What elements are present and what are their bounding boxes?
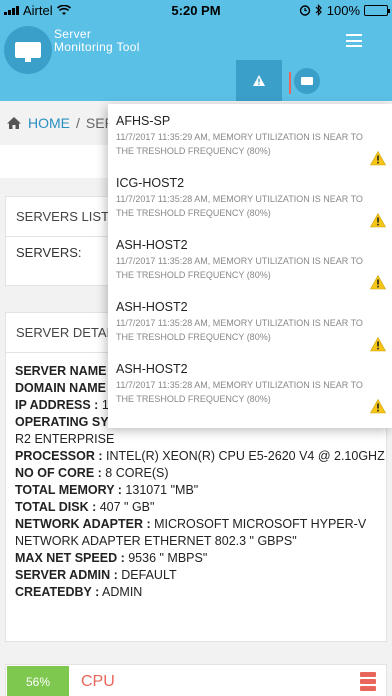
detail-key: CREATEDBY : bbox=[15, 585, 100, 599]
warning-icon bbox=[369, 398, 387, 414]
notification-host: ASH-HOST2 bbox=[116, 300, 188, 314]
app-header: Server Monitoring Tool bbox=[0, 20, 392, 101]
detail-row: NETWORK ADAPTER : MICROSOFT MICROSOFT HY… bbox=[15, 516, 386, 550]
notification-host: ASH-HOST2 bbox=[116, 238, 188, 252]
carrier-name: Airtel bbox=[23, 2, 53, 18]
detail-key: TOTAL DISK : bbox=[15, 500, 97, 514]
detail-row: MAX NET SPEED : 9536 " MBPS" bbox=[15, 550, 386, 567]
breadcrumb-separator: / bbox=[76, 115, 80, 131]
detail-key: SERVER NAME : bbox=[15, 364, 115, 378]
warning-icon bbox=[369, 150, 387, 166]
signal-icon bbox=[4, 5, 19, 15]
detail-key: SERVER ADMIN : bbox=[15, 568, 118, 582]
wifi-icon bbox=[56, 4, 71, 15]
detail-value: 131071 "MB" bbox=[121, 483, 199, 497]
notification-message: 11/7/2017 11:35:28 AM, MEMORY UTILIZATIO… bbox=[116, 256, 363, 280]
monitor-icon bbox=[15, 42, 41, 62]
header-divider bbox=[289, 72, 291, 94]
status-bar: Airtel 5:20 PM 100% bbox=[0, 0, 392, 20]
home-icon[interactable] bbox=[6, 116, 22, 130]
notification-item[interactable]: ASH-HOST2 11/7/2017 11:35:28 AM, MEMORY U… bbox=[108, 352, 392, 414]
notification-host: AFHS-SP bbox=[116, 114, 171, 128]
bluetooth-icon bbox=[315, 4, 322, 16]
detail-key: NETWORK ADAPTER : bbox=[15, 517, 151, 531]
app-logo[interactable] bbox=[4, 26, 52, 74]
detail-row: CREATEDBY : ADMIN bbox=[15, 584, 386, 601]
detail-value: 8 CORE(S) bbox=[101, 466, 169, 480]
detail-key: TOTAL MEMORY : bbox=[15, 483, 122, 497]
detail-key: DOMAIN NAME bbox=[15, 381, 106, 395]
server-stack-icon bbox=[360, 672, 376, 692]
warning-icon bbox=[369, 274, 387, 290]
battery-icon bbox=[364, 4, 390, 16]
notification-message: 11/7/2017 11:35:28 AM, MEMORY UTILIZATIO… bbox=[116, 318, 363, 342]
detail-key: MAX NET SPEED : bbox=[15, 551, 125, 565]
notification-host: ASH-HOST2 bbox=[116, 362, 188, 376]
cpu-panel[interactable]: 56% CPU bbox=[5, 664, 387, 696]
breadcrumb-home-link[interactable]: HOME bbox=[28, 115, 70, 131]
notifications-dropdown: AFHS-SP 11/7/2017 11:35:29 AM, MEMORY UTI… bbox=[108, 104, 392, 428]
detail-row: SERVER ADMIN : DEFAULT bbox=[15, 567, 386, 584]
notification-host: ICG-HOST2 bbox=[116, 176, 185, 190]
server-profile-button[interactable] bbox=[294, 68, 320, 94]
alarm-icon bbox=[299, 5, 310, 16]
detail-row: NO OF CORE : 8 CORE(S) bbox=[15, 465, 386, 482]
detail-row: PROCESSOR : INTEL(R) XEON(R) CPU E5-2620… bbox=[15, 448, 386, 465]
monitor-icon bbox=[301, 77, 313, 85]
warning-icon bbox=[369, 212, 387, 228]
detail-key: PROCESSOR : bbox=[15, 449, 103, 463]
detail-key: NO OF CORE : bbox=[15, 466, 102, 480]
app-title: Server Monitoring Tool bbox=[54, 27, 140, 54]
detail-value: ADMIN bbox=[99, 585, 143, 599]
notification-message: 11/7/2017 11:35:28 AM, MEMORY UTILIZATIO… bbox=[116, 380, 363, 404]
notification-item[interactable]: ICG-HOST2 11/7/2017 11:35:28 AM, MEMORY U… bbox=[108, 166, 392, 228]
cpu-label: CPU bbox=[81, 673, 115, 690]
battery-percent: 100% bbox=[326, 2, 360, 18]
detail-key: IP ADDRESS : bbox=[15, 398, 99, 412]
detail-row: TOTAL DISK : 407 " GB" bbox=[15, 499, 386, 516]
detail-value: DEFAULT bbox=[117, 568, 177, 582]
notification-message: 11/7/2017 11:35:29 AM, MEMORY UTILIZATIO… bbox=[116, 132, 363, 156]
detail-value: INTEL(R) XEON(R) CPU E5-2620 V4 @ 2.10GH… bbox=[102, 449, 385, 463]
menu-icon[interactable] bbox=[346, 34, 362, 47]
detail-value: 9536 " MBPS" bbox=[124, 551, 208, 565]
notification-item[interactable]: ASH-HOST2 11/7/2017 11:35:28 AM, MEMORY U… bbox=[108, 228, 392, 290]
detail-row: TOTAL MEMORY : 131071 "MB" bbox=[15, 482, 386, 499]
notification-item[interactable]: ASH-HOST2 11/7/2017 11:35:28 AM, MEMORY U… bbox=[108, 290, 392, 352]
cpu-percent: 56% bbox=[7, 666, 69, 696]
status-time: 5:20 PM bbox=[171, 2, 221, 18]
detail-value: 407 " GB" bbox=[96, 500, 155, 514]
notification-item[interactable]: AFHS-SP 11/7/2017 11:35:29 AM, MEMORY UTI… bbox=[108, 104, 392, 166]
warning-icon bbox=[369, 336, 387, 352]
alerts-button[interactable] bbox=[236, 60, 282, 101]
notification-message: 11/7/2017 11:35:28 AM, MEMORY UTILIZATIO… bbox=[116, 194, 363, 218]
warning-icon bbox=[253, 75, 265, 86]
